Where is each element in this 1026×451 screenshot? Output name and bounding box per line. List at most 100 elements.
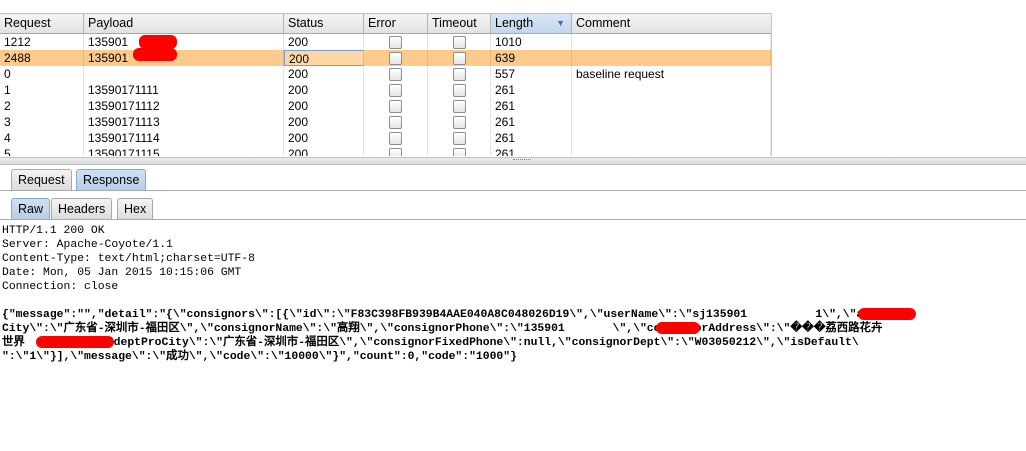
cell-status: 200 <box>284 130 364 146</box>
sort-descending-icon: ▼ <box>556 18 565 28</box>
cell-request: 1212 <box>0 34 84 50</box>
timeout-checkbox[interactable] <box>453 52 466 65</box>
error-checkbox[interactable] <box>389 52 402 65</box>
column-header-error[interactable]: Error <box>364 14 428 33</box>
timeout-checkbox[interactable] <box>453 116 466 129</box>
column-header-request[interactable]: Request <box>0 14 84 33</box>
header-line: Date: Mon, 05 Jan 2015 10:15:06 GMT <box>2 267 242 279</box>
cell-length: 261 <box>491 82 572 98</box>
timeout-checkbox[interactable] <box>453 36 466 49</box>
redaction-mark <box>139 35 177 49</box>
cell-length: 261 <box>491 98 572 114</box>
column-header-comment[interactable]: Comment <box>572 14 771 33</box>
error-checkbox[interactable] <box>389 100 402 113</box>
table-row[interactable]: 4 13590171114 200 261 <box>0 130 771 146</box>
response-raw-text[interactable]: HTTP/1.1 200 OK Server: Apache-Coyote/1.… <box>0 224 1026 401</box>
cell-error <box>364 98 428 114</box>
error-checkbox[interactable] <box>389 148 402 156</box>
cell-payload: 13590171114 <box>84 130 284 146</box>
view-tabs: Raw Headers Hex <box>0 198 1026 221</box>
cell-status: 200 <box>284 50 364 66</box>
cell-status: 200 <box>284 98 364 114</box>
cell-comment <box>572 130 771 146</box>
cell-request: 3 <box>0 114 84 130</box>
cell-timeout <box>428 114 491 130</box>
view-tab-divider <box>0 219 1026 220</box>
cell-timeout <box>428 34 491 50</box>
error-checkbox[interactable] <box>389 132 402 145</box>
redaction-mark <box>858 308 916 320</box>
cell-error <box>364 34 428 50</box>
redaction-mark <box>36 336 114 348</box>
body-line: 世界 \",\"deptProCity\":\"广东省-深圳市-福田区\",\"… <box>2 337 859 349</box>
column-header-length-label: Length <box>495 16 534 30</box>
table-row[interactable]: 0 200 557 baseline request <box>0 66 771 82</box>
cell-payload: 13590171111 <box>84 82 284 98</box>
cell-request: 1 <box>0 82 84 98</box>
cell-payload: 13590171113 <box>84 114 284 130</box>
cell-payload: 135901 <box>84 50 284 66</box>
cell-error <box>364 50 428 66</box>
cell-length: 261 <box>491 146 572 156</box>
table-row[interactable]: 5 13590171115 200 261 <box>0 146 771 156</box>
tab-raw[interactable]: Raw <box>11 198 51 219</box>
tab-response[interactable]: Response <box>76 169 147 190</box>
timeout-checkbox[interactable] <box>453 132 466 145</box>
redaction-mark <box>656 322 700 334</box>
cell-payload: 13590171112 <box>84 98 284 114</box>
table-row[interactable]: 1 13590171111 200 261 <box>0 82 771 98</box>
error-checkbox[interactable] <box>389 68 402 81</box>
timeout-checkbox[interactable] <box>453 84 466 97</box>
timeout-checkbox[interactable] <box>453 148 466 156</box>
error-checkbox[interactable] <box>389 36 402 49</box>
body-line: ":\"1\"}],\"message\":\"成功\",\"code\":\"… <box>2 351 517 363</box>
cell-status: 200 <box>284 66 364 82</box>
cell-length: 639 <box>491 50 572 66</box>
cell-request: 4 <box>0 130 84 146</box>
cell-comment <box>572 34 771 50</box>
cell-status: 200 <box>284 114 364 130</box>
table-row[interactable]: 2 13590171112 200 261 <box>0 98 771 114</box>
cell-comment <box>572 82 771 98</box>
cell-length: 261 <box>491 130 572 146</box>
tab-headers[interactable]: Headers <box>51 198 113 219</box>
cell-error <box>364 130 428 146</box>
cell-payload <box>84 66 284 82</box>
cell-length: 557 <box>491 66 572 82</box>
cell-length: 261 <box>491 114 572 130</box>
cell-timeout <box>428 82 491 98</box>
cell-request: 5 <box>0 146 84 156</box>
timeout-checkbox[interactable] <box>453 100 466 113</box>
column-header-timeout[interactable]: Timeout <box>428 14 491 33</box>
cell-payload: 135901 <box>84 34 284 50</box>
cell-comment <box>572 146 771 156</box>
cell-status: 200 <box>284 34 364 50</box>
header-line: Connection: close <box>2 281 119 293</box>
cell-status: 200 <box>284 146 364 156</box>
results-table: Request Payload Status Error Timeout Len… <box>0 13 772 156</box>
cell-comment: baseline request <box>572 66 771 82</box>
cell-request: 2 <box>0 98 84 114</box>
cell-error <box>364 66 428 82</box>
cell-timeout <box>428 50 491 66</box>
pane-splitter[interactable] <box>0 157 1026 165</box>
redaction-mark <box>133 48 177 61</box>
column-header-length[interactable]: Length ▼ <box>491 14 572 33</box>
body-line: City\":\"广东省-深圳市-福田区\",\"consignorName\"… <box>2 323 883 335</box>
message-tabs: Request Response <box>0 169 1026 191</box>
column-header-status[interactable]: Status <box>284 14 364 33</box>
header-line: Content-Type: text/html;charset=UTF-8 <box>2 253 255 265</box>
table-row[interactable]: 3 13590171113 200 261 <box>0 114 771 130</box>
column-header-payload[interactable]: Payload <box>84 14 284 33</box>
splitter-grip[interactable] <box>513 159 531 163</box>
table-row[interactable]: 1212 135901 200 1010 <box>0 34 771 50</box>
tab-request[interactable]: Request <box>11 169 72 190</box>
error-checkbox[interactable] <box>389 116 402 129</box>
cell-comment <box>572 114 771 130</box>
error-checkbox[interactable] <box>389 84 402 97</box>
tab-divider <box>0 190 1026 191</box>
timeout-checkbox[interactable] <box>453 68 466 81</box>
body-line: {"message":"","detail":"{\"consignors\":… <box>2 309 905 321</box>
table-row[interactable]: 2488 135901 200 639 <box>0 48 771 66</box>
tab-hex[interactable]: Hex <box>117 198 154 219</box>
